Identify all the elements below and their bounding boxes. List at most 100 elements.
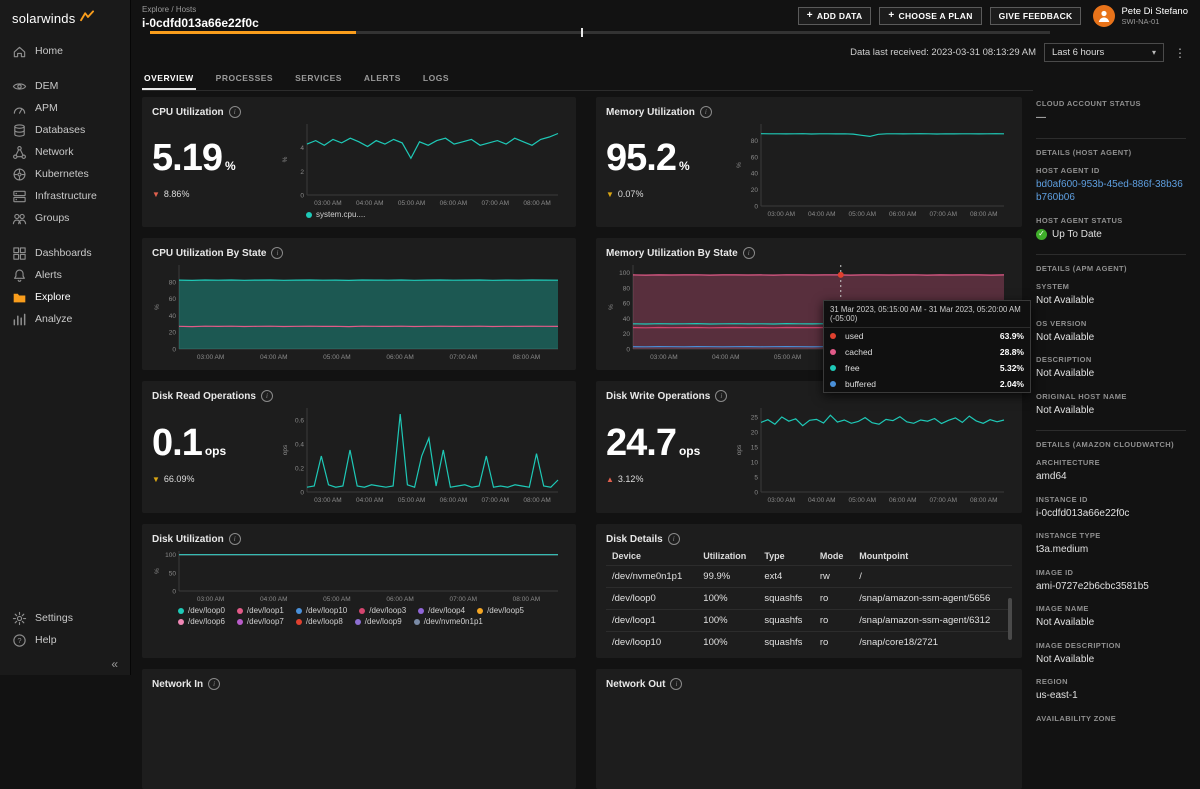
give-feedback-button[interactable]: GIVE FEEDBACK (990, 7, 1082, 25)
detail-value: us-east-1 (1036, 689, 1186, 703)
table-cell: /dev/loop1 (606, 610, 697, 632)
disk_write-chart-svg[interactable]: 051015202503:00 AM04:00 AM05:00 AM06:00 … (734, 403, 1012, 505)
sidebar-item-analyze[interactable]: Analyze (0, 308, 130, 330)
legend-item[interactable]: /dev/loop8 (296, 617, 343, 626)
time-brush-selection[interactable] (150, 31, 356, 34)
legend-swatch (418, 608, 424, 614)
disk-write-chart[interactable]: 051015202503:00 AM04:00 AM05:00 AM06:00 … (734, 403, 1012, 505)
sidebar-item-dashboards[interactable]: Dashboards (0, 242, 130, 264)
info-icon[interactable]: i (229, 533, 241, 545)
detail-field: Original Host NameNot Available (1036, 392, 1186, 418)
user-menu[interactable]: Pete Di Stefano SWI-NA-01 (1093, 5, 1188, 27)
info-icon[interactable]: i (208, 678, 220, 690)
breadcrumb: Explore / Hosts (142, 5, 259, 14)
info-icon[interactable]: i (271, 247, 283, 259)
table-cell: ro (814, 632, 853, 651)
detail-field: Availability Zone (1036, 714, 1186, 723)
page-title: i-0cdfd013a66e22f0c (142, 16, 259, 30)
legend-item[interactable]: /dev/loop4 (418, 606, 465, 615)
tooltip-series-value: 63.9% (1000, 331, 1024, 341)
info-icon[interactable]: i (743, 247, 755, 259)
cpu-utilization-chart[interactable]: 02403:00 AM04:00 AM05:00 AM06:00 AM07:00… (280, 119, 566, 208)
info-icon[interactable]: i (261, 390, 273, 402)
time-brush[interactable] (150, 31, 1050, 34)
help-icon: ? (12, 633, 27, 648)
sidebar-item-dem[interactable]: DEM (0, 75, 130, 97)
svg-text:03:00 AM: 03:00 AM (197, 354, 224, 361)
legend-item[interactable]: /dev/loop7 (237, 617, 284, 626)
kebab-menu-icon[interactable]: ⋮ (1172, 46, 1188, 60)
detail-value-link[interactable]: bd0af600-953b-45ed-886f-38b36b760b06 (1036, 178, 1186, 205)
info-icon[interactable]: i (229, 106, 241, 118)
tooltip-series-swatch (830, 349, 836, 355)
sidebar-item-settings[interactable]: Settings (0, 607, 130, 629)
sidebar-collapse-icon[interactable]: « (111, 657, 118, 671)
sidebar-item-label: Explore (35, 291, 71, 303)
sidebar-item-help[interactable]: ?Help (0, 629, 130, 651)
cpu_state-chart-svg[interactable]: 02040608003:00 AM04:00 AM05:00 AM06:00 A… (152, 260, 566, 362)
tooltip-series-swatch (830, 381, 836, 387)
disk-utilization-chart[interactable]: 05010003:00 AM04:00 AM05:00 AM06:00 AM07… (152, 546, 566, 604)
avatar[interactable] (1093, 5, 1115, 27)
info-icon[interactable]: i (715, 390, 727, 402)
sidebar-item-infrastructure[interactable]: Infrastructure (0, 185, 130, 207)
detail-label: Image Description (1036, 641, 1186, 650)
time-range-picker[interactable]: Last 6 hours ▾ (1044, 43, 1164, 62)
sidebar-item-databases[interactable]: Databases (0, 119, 130, 141)
time-range-value: Last 6 hours (1052, 47, 1104, 58)
sidebar-item-groups[interactable]: Groups (0, 207, 130, 229)
breadcrumb-hosts[interactable]: Hosts (176, 5, 196, 14)
info-icon[interactable]: i (670, 678, 682, 690)
tab-overview[interactable]: OVERVIEW (142, 68, 196, 90)
legend-swatch (414, 619, 420, 625)
sidebar-item-home[interactable]: Home (0, 40, 130, 62)
legend-item[interactable]: /dev/loop1 (237, 606, 284, 615)
sidebar-item-explore[interactable]: Explore (0, 286, 130, 308)
choose-plan-button[interactable]: + CHOOSE A PLAN (879, 7, 981, 25)
svg-text:80: 80 (751, 138, 759, 145)
legend-item[interactable]: /dev/loop0 (178, 606, 225, 615)
legend-item[interactable]: /dev/loop9 (355, 617, 402, 626)
disk-read-chart[interactable]: 00.20.40.603:00 AM04:00 AM05:00 AM06:00 … (280, 403, 566, 505)
cpu-by-state-chart[interactable]: 02040608003:00 AM04:00 AM05:00 AM06:00 A… (152, 260, 566, 362)
disk_util-chart-svg[interactable]: 05010003:00 AM04:00 AM05:00 AM06:00 AM07… (152, 546, 566, 604)
detail-label: Architecture (1036, 458, 1186, 467)
disk-table-head-row: DeviceUtilizationTypeModeMountpoint (606, 546, 1012, 566)
legend-item[interactable]: /dev/loop10 (296, 606, 347, 615)
breadcrumb-explore[interactable]: Explore (142, 5, 169, 14)
memory-utilization-chart[interactable]: 02040608003:00 AM04:00 AM05:00 AM06:00 A… (734, 119, 1012, 219)
table-cell: ro (814, 610, 853, 632)
sidebar-item-kubernetes[interactable]: Kubernetes (0, 163, 130, 185)
tab-logs[interactable]: LOGS (421, 68, 451, 90)
svg-text:20: 20 (751, 187, 759, 194)
sidebar-item-alerts[interactable]: Alerts (0, 264, 130, 286)
legend-item[interactable]: /dev/loop6 (178, 617, 225, 626)
cpu-chart-svg[interactable]: 02403:00 AM04:00 AM05:00 AM06:00 AM07:00… (280, 119, 566, 208)
user-name: Pete Di Stefano (1121, 6, 1188, 17)
table-scrollbar[interactable] (1008, 598, 1012, 640)
memory-chart-svg[interactable]: 02040608003:00 AM04:00 AM05:00 AM06:00 A… (734, 119, 1012, 219)
add-data-button[interactable]: + ADD DATA (798, 7, 872, 25)
legend-item[interactable]: /dev/loop5 (477, 606, 524, 615)
info-icon[interactable]: i (700, 106, 712, 118)
svg-text:0: 0 (626, 347, 630, 354)
time-brush-handle[interactable] (581, 28, 583, 37)
svg-text:ops: ops (282, 444, 289, 455)
svg-text:0: 0 (754, 204, 758, 211)
legend-item[interactable]: system.cpu.... (306, 210, 365, 219)
info-icon[interactable]: i (668, 533, 680, 545)
svg-text:05:00 AM: 05:00 AM (323, 354, 350, 361)
legend-item[interactable]: /dev/loop3 (359, 606, 406, 615)
detail-value: Not Available (1036, 653, 1186, 667)
tab-alerts[interactable]: ALERTS (362, 68, 403, 90)
detail-label: Region (1036, 677, 1186, 686)
tab-services[interactable]: SERVICES (293, 68, 344, 90)
sidebar-item-network[interactable]: Network (0, 141, 130, 163)
disk_read-chart-svg[interactable]: 00.20.40.603:00 AM04:00 AM05:00 AM06:00 … (280, 403, 566, 505)
sidebar-item-apm[interactable]: APM (0, 97, 130, 119)
tab-processes[interactable]: PROCESSES (214, 68, 275, 90)
logo[interactable]: solarwinds (0, 0, 130, 38)
legend-item[interactable]: /dev/nvme0n1p1 (414, 617, 483, 626)
sidebar-item-label: Kubernetes (35, 168, 89, 180)
legend-swatch (237, 619, 243, 625)
